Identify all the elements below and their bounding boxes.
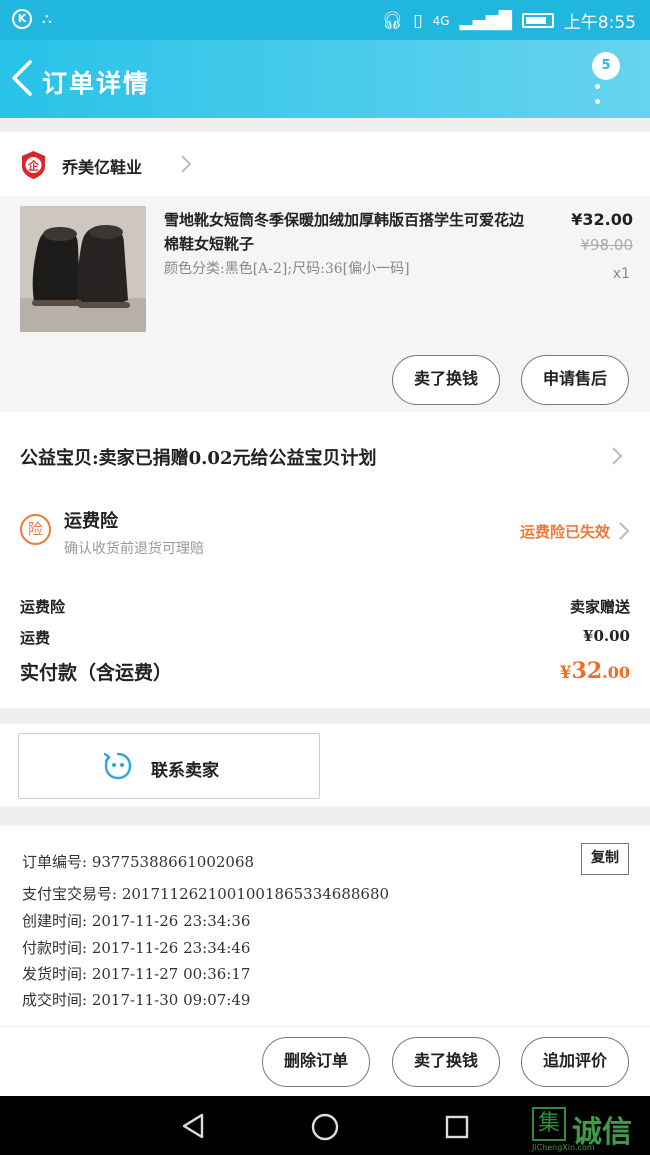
fee-label: 运费 (20, 629, 51, 647)
charity-row[interactable]: 公益宝贝:卖家已捐赠0.02元给公益宝贝计划 (0, 412, 650, 502)
total-integer: 32 (571, 658, 603, 684)
charity-text: 公益宝贝:卖家已捐赠0.02元给公益宝贝计划 (20, 448, 377, 469)
notification-badge: 5 (592, 52, 620, 80)
product-original-price: ¥98.00 (580, 236, 634, 254)
store-row[interactable]: 企 乔美亿鞋业 (0, 132, 650, 196)
app-header: 订单详情 5 (0, 40, 650, 118)
chat-face-icon (103, 752, 132, 780)
fee-value: 卖家赠送 (569, 598, 630, 616)
add-review-button[interactable]: 追加评价 (521, 1037, 629, 1087)
contact-seller-button[interactable]: 联系卖家 (18, 733, 320, 799)
status-bar: K ⛬ 🎧︎ ▯ 4G ▂▄▆█ 上午8:55 (0, 0, 650, 40)
chevron-right-icon (181, 155, 192, 173)
product-quantity: x1 (612, 266, 630, 282)
nav-recents-icon[interactable] (444, 1114, 470, 1140)
chevron-right-icon (619, 522, 630, 540)
insurance-icon: 险 (20, 514, 51, 545)
created-time: 创建时间: 2017-11-26 23:34:36 (22, 912, 251, 930)
watermark-url: JiChengXin.com (532, 1143, 595, 1152)
completed-time: 成交时间: 2017-11-30 09:07:49 (22, 991, 251, 1009)
order-info: 订单编号: 93775388661002068 复制 支付宝交易号: 20171… (0, 826, 650, 1026)
shipped-time: 发货时间: 2017-11-27 00:36:17 (22, 965, 251, 983)
store-name: 乔美亿鞋业 (62, 158, 143, 177)
watermark-mark: 集 (532, 1107, 566, 1141)
clock: 上午8:55 (563, 13, 636, 33)
network-label: 4G (432, 13, 450, 28)
paid-time: 付款时间: 2017-11-26 23:34:46 (22, 939, 251, 957)
after-sales-button[interactable]: 申请售后 (521, 355, 629, 405)
total-decimal: .00 (602, 663, 630, 682)
contact-section: 联系卖家 (0, 724, 650, 806)
product-thumbnail (20, 206, 146, 332)
page-title: 订单详情 (42, 69, 151, 98)
copy-button[interactable]: 复制 (581, 843, 629, 875)
nav-home-icon[interactable] (310, 1112, 340, 1142)
svg-text:企: 企 (27, 159, 40, 173)
order-actions-bar: 删除订单 卖了换钱 追加评价 (0, 1027, 650, 1096)
back-arrow-icon[interactable] (8, 58, 38, 98)
fee-label: 运费险 (20, 598, 66, 616)
shipping-insurance-row[interactable]: 险 运费险 确认收货前退货可理赔 运费险已失效 (0, 492, 650, 572)
product-spec: 颜色分类:黑色[A-2];尺码:36[偏小一码] (164, 261, 410, 277)
fee-value: ¥0.00 (583, 627, 630, 645)
sell-exchange-button[interactable]: 卖了换钱 (392, 1037, 500, 1087)
product-price: ¥32.00 (571, 210, 633, 229)
product-card[interactable]: 雪地靴女短筒冬季保暖加绒加厚韩版百搭学生可爱花边棉鞋女短靴子 颜色分类:黑色[A… (0, 196, 650, 412)
insurance-status: 运费险已失效 (519, 523, 610, 541)
product-title[interactable]: 雪地靴女短筒冬季保暖加绒加厚韩版百搭学生可爱花边棉鞋女短靴子 (164, 208, 529, 256)
nav-back-icon[interactable] (180, 1112, 206, 1140)
contact-seller-label: 联系卖家 (151, 761, 219, 781)
battery-icon (521, 13, 554, 28)
order-number: 订单编号: 93775388661002068 (22, 853, 255, 871)
insurance-title: 运费险 (64, 511, 118, 532)
vibrate-icon: ▯ (413, 10, 423, 31)
sell-exchange-button[interactable]: 卖了换钱 (392, 355, 500, 405)
total-row: 实付款（含运费） ¥32.00 (20, 658, 630, 688)
notification-icon: ⛬ (42, 11, 52, 27)
total-currency: ¥ (559, 663, 572, 683)
alipay-trade-number: 支付宝交易号: 2017112621001001865334688680 (22, 885, 390, 903)
more-menu-button[interactable]: 5 (592, 52, 622, 112)
total-amount: ¥32.00 (560, 658, 630, 684)
watermark-logo: 集 诚信 JiChengXin.com (532, 1105, 650, 1153)
enterprise-store-icon: 企 (22, 151, 45, 179)
fee-summary: 运费险 卖家赠送 运费 ¥0.00 实付款（含运费） ¥32.00 (0, 572, 650, 708)
chevron-right-icon (612, 447, 623, 465)
total-label: 实付款（含运费） (20, 662, 173, 684)
insurance-subtitle: 确认收货前退货可理赔 (64, 541, 204, 557)
headphone-icon: 🎧︎ (381, 10, 404, 31)
delete-order-button[interactable]: 删除订单 (262, 1037, 370, 1087)
k-app-icon: K (12, 9, 32, 29)
signal-icon: ▂▄▆█ (459, 10, 512, 31)
